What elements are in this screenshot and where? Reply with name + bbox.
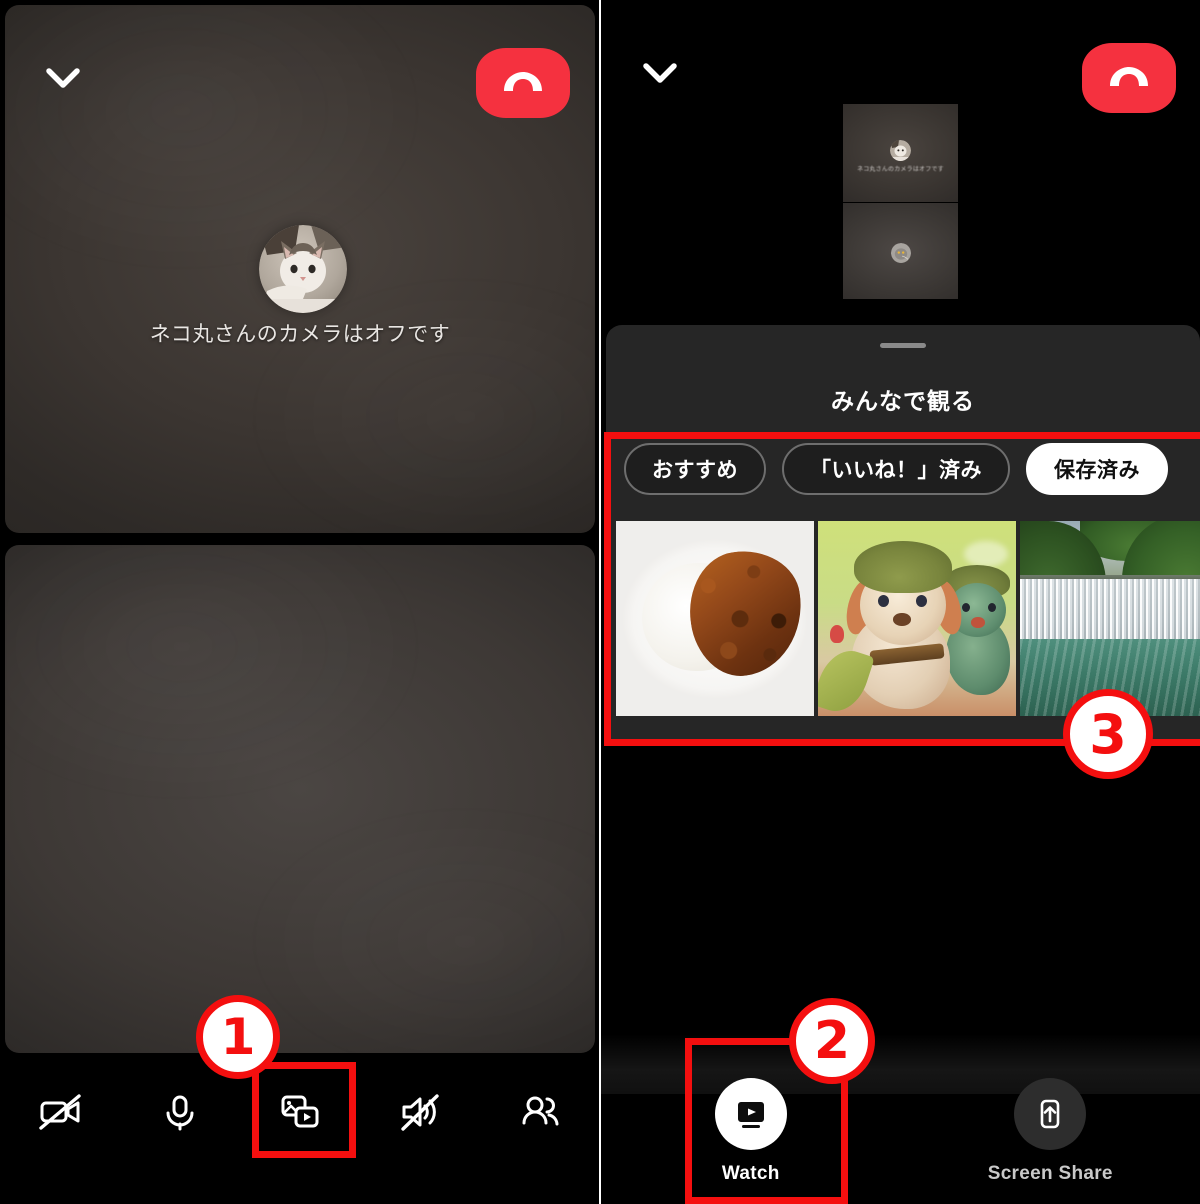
mini-preview-bottom[interactable] [843,203,958,299]
thumbnail-puppies-illustration[interactable] [818,521,1016,716]
leaf-shape [818,643,875,716]
tab-saved[interactable]: 保存済み [1026,443,1168,495]
screen-share-button-label: Screen Share [987,1163,1113,1184]
screen-share-button[interactable]: Screen Share [901,1060,1200,1204]
tab-liked-label: 「いいね！」済み [810,459,982,482]
flower-shape [830,625,844,643]
watch-button-label: Watch [721,1163,780,1184]
video-thumbnail-strip[interactable] [616,521,1200,716]
hangup-phone-icon[interactable] [476,48,570,118]
watch-together-icon[interactable] [240,1072,360,1152]
watch-button[interactable]: Watch [601,1060,901,1204]
tab-recommended[interactable]: おすすめ [624,443,766,495]
puppy1-helmet [854,541,952,593]
puppy1-nose [893,613,911,626]
camera-off-icon[interactable] [0,1072,120,1152]
video-tile-remote[interactable]: ネコ丸さんのカメラはオフです [5,5,595,533]
tab-recommended-label: おすすめ [652,459,738,482]
pool-water-shape [1020,639,1200,716]
tile-vignette [5,545,595,1053]
speaker-mute-icon[interactable] [360,1072,480,1152]
share-action-row: Watch Screen Share [601,1060,1200,1204]
minimize-chevron-down-icon[interactable] [630,48,690,100]
kitten-avatar-mini [890,140,911,161]
sheet-grabber-handle[interactable] [880,343,926,348]
puppy2-eye-left [962,603,970,612]
microphone-icon[interactable] [120,1072,240,1152]
minimize-chevron-down-icon[interactable] [33,53,93,105]
video-tile-self[interactable] [5,545,595,1053]
tab-liked[interactable]: 「いいね！」済み [782,443,1010,495]
camera-off-label: ネコ丸さんのカメラはオフです [149,323,451,346]
panel-divider [599,0,601,1204]
mini-preview-top[interactable]: ネコ丸さんのカメラはオフです [843,104,958,202]
play-video-icon [714,1078,787,1150]
thumbnail-curry-rice[interactable] [616,521,814,716]
left-call-screen: ネコ丸さんのカメラはオフです [0,0,600,1204]
watch-together-sheet: みんなで観る おすすめ 「いいね！」済み 保存済み [606,325,1200,740]
screenshot-root: ネコ丸さんのカメラはオフです ネコ丸さんのカメラはオフです みんなで観る おすす… [0,0,1200,1204]
grey-cat-avatar-mini [891,243,911,263]
thumbnail-waterfall[interactable] [1020,521,1200,716]
call-control-toolbar [0,1062,600,1162]
tab-saved-label: 保存済み [1054,459,1140,482]
sheet-filter-tabs: おすすめ 「いいね！」済み 保存済み [624,443,1168,495]
puppy2-eye-right [988,603,996,612]
mini-preview-caption: ネコ丸さんのカメラはオフです [857,167,944,173]
participants-icon[interactable] [480,1072,600,1152]
puppy1-eye-left [878,595,889,607]
puppy1-eye-right [916,595,927,607]
phone-up-arrow-icon [1014,1078,1087,1150]
waterfall-shape [1020,579,1200,645]
cloud-shape [964,541,1008,567]
sheet-title: みんなで観る [831,388,975,414]
hangup-phone-icon[interactable] [1082,43,1176,113]
puppy2-nose [971,617,985,628]
kitten-avatar [259,225,347,313]
